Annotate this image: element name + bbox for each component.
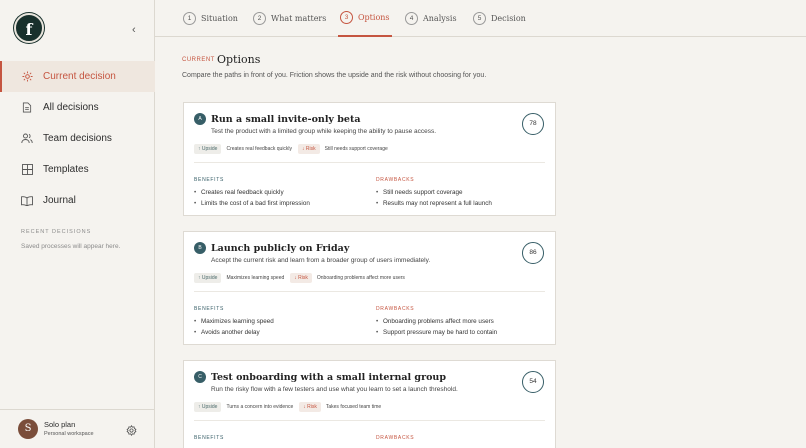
step-number: 2: [253, 12, 266, 25]
users-icon: [21, 133, 33, 145]
drawbacks-column: DRAWBACKS Onboarding problems affect mor…: [376, 306, 497, 339]
risk-text: Takes focused team time: [325, 404, 382, 410]
upside-tag: ↑ Upside: [194, 273, 222, 283]
sidebar-item-journal[interactable]: Journal: [0, 185, 155, 216]
option-subtitle: Test the product with a limited group wh…: [211, 128, 437, 135]
divider: [194, 420, 545, 421]
benefits-heading: BENEFITS: [194, 306, 225, 312]
benefits-column: BENEFITS Maximizes learning speed Avoids…: [194, 306, 274, 339]
upside-text: Turns a concern into evidence: [226, 404, 294, 410]
app-logo[interactable]: f: [14, 13, 44, 43]
sidebar-item-label: Current decision: [43, 71, 116, 82]
upside-text: Creates real feedback quickly: [226, 146, 293, 152]
list-item: Limits the cost of a bad first impressio…: [194, 200, 310, 207]
drawbacks-heading: DRAWBACKS: [376, 177, 415, 183]
tab-situation[interactable]: 1 Situation: [183, 0, 238, 37]
drawbacks-column: DRAWBACKS Still needs support coverage R…: [376, 177, 492, 210]
risk-tag: ↓ Risk: [290, 273, 312, 283]
step-label: Analysis: [423, 14, 457, 23]
gear-icon[interactable]: [126, 423, 137, 437]
sidebar-item-team-decisions[interactable]: Team decisions: [0, 123, 155, 154]
option-score: 86: [522, 242, 544, 264]
option-badge: B: [194, 242, 206, 254]
list-item: Onboarding problems affect more users: [376, 318, 497, 325]
option-tags: ↑ Upside Creates real feedback quickly ↓…: [194, 144, 394, 154]
sidebar-item-label: All decisions: [43, 102, 99, 113]
option-title: Launch publicly on Friday: [211, 243, 350, 254]
avatar[interactable]: S: [18, 419, 38, 439]
upside-tag: ↑ Upside: [194, 402, 222, 412]
plan-name: Solo plan: [44, 420, 76, 429]
risk-tag: ↓ Risk: [299, 402, 321, 412]
account-footer: S Solo plan Personal workspace: [0, 409, 155, 448]
sidebar-item-label: Team decisions: [43, 133, 112, 144]
benefits-column: BENEFITS: [194, 435, 224, 447]
benefits-heading: BENEFITS: [194, 177, 225, 183]
page-description: Compare the paths in front of you. Frict…: [182, 72, 487, 79]
list-item: Maximizes learning speed: [194, 318, 274, 325]
recent-decisions-empty: Saved processes will appear here.: [21, 243, 121, 250]
option-title: Test onboarding with a small internal gr…: [211, 372, 446, 383]
option-tags: ↑ Upside Maximizes learning speed ↓ Risk…: [194, 273, 411, 283]
grid-icon: [21, 164, 33, 176]
step-number: 3: [340, 11, 353, 24]
page-title: Options: [217, 53, 261, 66]
tab-analysis[interactable]: 4 Analysis: [405, 0, 457, 37]
drawbacks-heading: DRAWBACKS: [376, 306, 415, 312]
benefits-column: BENEFITS Creates real feedback quickly L…: [194, 177, 310, 210]
option-badge: A: [194, 113, 206, 125]
list-item: Creates real feedback quickly: [194, 189, 310, 196]
document-icon: [21, 102, 33, 114]
sidebar-item-current-decision[interactable]: Current decision: [0, 61, 155, 92]
step-number: 1: [183, 12, 196, 25]
list-item: Still needs support coverage: [376, 189, 492, 196]
breadcrumb: CURRENT: [182, 57, 215, 63]
risk-text: Still needs support coverage: [324, 146, 388, 152]
workspace-name: Personal workspace: [44, 431, 94, 437]
upside-text: Maximizes learning speed: [226, 275, 285, 281]
drawbacks-heading: DRAWBACKS: [376, 435, 415, 441]
upside-tag: ↑ Upside: [194, 144, 222, 154]
list-item: Results may not represent a full launch: [376, 200, 492, 207]
step-label: Situation: [201, 14, 238, 23]
step-tabs: 1 Situation 2 What matters 3 Options 4 A…: [155, 0, 806, 37]
sidebar-item-label: Templates: [43, 164, 89, 175]
option-badge: C: [194, 371, 206, 383]
step-label: Options: [358, 13, 390, 22]
option-tags: ↑ Upside Turns a concern into evidence ↓…: [194, 402, 387, 412]
step-label: What matters: [271, 14, 327, 23]
tab-decision[interactable]: 5 Decision: [473, 0, 526, 37]
benefits-heading: BENEFITS: [194, 435, 225, 441]
drawbacks-column: DRAWBACKS: [376, 435, 414, 447]
collapse-sidebar-icon[interactable]: ‹: [132, 24, 136, 36]
sun-icon: [21, 71, 33, 83]
divider: [194, 162, 545, 163]
option-card-c[interactable]: C Test onboarding with a small internal …: [183, 360, 556, 448]
step-label: Decision: [491, 14, 526, 23]
list-item: Avoids another delay: [194, 329, 274, 336]
option-score: 78: [522, 113, 544, 135]
option-title: Run a small invite-only beta: [211, 114, 361, 125]
recent-decisions-heading: RECENT DECISIONS: [21, 229, 92, 235]
list-item: Support pressure may be hard to contain: [376, 329, 497, 336]
sidebar-nav: Current decision All decisions Team deci…: [0, 61, 155, 216]
sidebar-item-all-decisions[interactable]: All decisions: [0, 92, 155, 123]
sidebar: f ‹ Current decision All decisions Team …: [0, 0, 155, 448]
option-subtitle: Accept the current risk and learn from a…: [211, 257, 431, 264]
option-subtitle: Run the risky flow with a few testers an…: [211, 386, 458, 393]
book-icon: [21, 195, 33, 207]
risk-text: Onboarding problems affect more users: [316, 275, 405, 281]
option-card-a[interactable]: A Run a small invite-only beta Test the …: [183, 102, 556, 216]
step-number: 5: [473, 12, 486, 25]
option-score: 54: [522, 371, 544, 393]
risk-tag: ↓ Risk: [298, 144, 320, 154]
divider: [194, 291, 545, 292]
step-number: 4: [405, 12, 418, 25]
sidebar-item-label: Journal: [43, 195, 76, 206]
tab-what-matters[interactable]: 2 What matters: [253, 0, 326, 37]
sidebar-item-templates[interactable]: Templates: [0, 154, 155, 185]
tab-options[interactable]: 3 Options: [338, 0, 392, 37]
option-card-b[interactable]: B Launch publicly on Friday Accept the c…: [183, 231, 556, 345]
